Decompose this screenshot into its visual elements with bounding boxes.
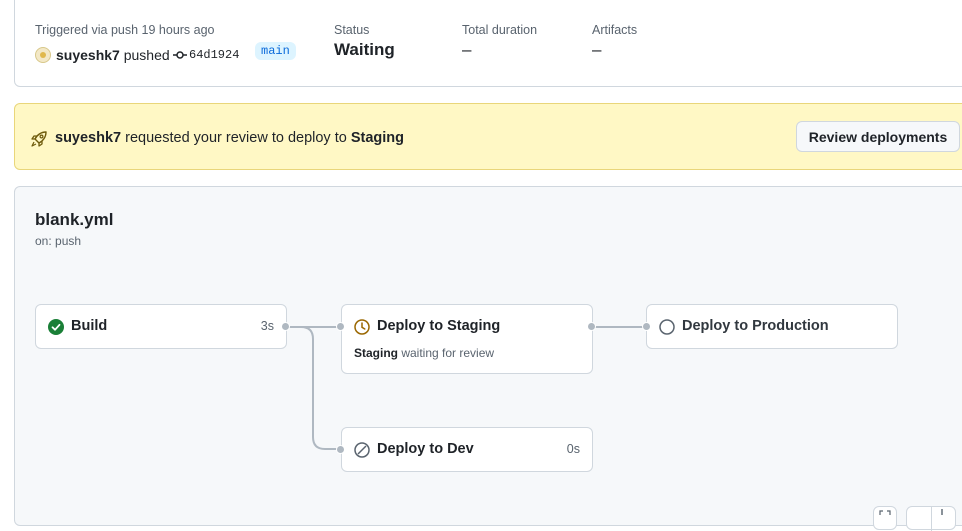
triggered-label: Triggered via push 19 hours ago (35, 23, 215, 37)
connector-dot (642, 322, 651, 331)
artifacts-label: Artifacts (592, 23, 638, 37)
branch-badge[interactable]: main (255, 42, 296, 60)
workflow-graph: blank.yml on: push Build 3s Deploy to St… (14, 186, 962, 531)
job-duration: 3s (260, 319, 274, 333)
review-banner: suyeshk7 requested your review to deploy… (14, 103, 962, 170)
requester-link[interactable]: suyeshk7 (55, 130, 121, 146)
rocket-icon (31, 131, 47, 147)
job-name: Deploy to Production (682, 318, 829, 334)
job-deploy-dev[interactable]: Deploy to Dev 0s (341, 427, 593, 472)
review-deployments-button[interactable]: Review deployments (796, 121, 960, 152)
connector-dot (336, 445, 345, 454)
job-environment: Staging (354, 346, 398, 360)
status-value: Waiting (334, 40, 395, 59)
zoom-divider (931, 507, 932, 531)
job-name: Build (71, 318, 108, 334)
success-check-icon (48, 319, 64, 335)
pending-circle-icon (659, 319, 675, 335)
connector-dot (587, 322, 596, 331)
zoom-controls[interactable] (906, 506, 956, 531)
job-name: Deploy to Dev (377, 441, 474, 457)
connector-dot (281, 322, 290, 331)
skipped-icon (354, 442, 370, 458)
review-request-text: suyeshk7 requested your review to deploy… (55, 130, 404, 146)
fullscreen-button[interactable] (873, 506, 897, 530)
zoom-in-icon (941, 509, 943, 515)
review-message: requested your review to deploy to (125, 130, 347, 146)
push-info: suyeshk7 pushed (56, 47, 170, 63)
expand-icon (879, 510, 891, 515)
connector-dot (336, 322, 345, 331)
duration-label: Total duration (462, 23, 538, 37)
job-waiting-text: waiting for review (401, 346, 495, 360)
actor-link[interactable]: suyeshk7 (56, 47, 120, 63)
artifacts-value: – (592, 40, 602, 59)
run-summary: Triggered via push 19 hours ago suyeshk7… (14, 0, 962, 87)
pushed-text: pushed (123, 47, 170, 63)
commit-icon (173, 51, 187, 59)
job-name: Deploy to Staging (377, 318, 501, 334)
clock-icon (354, 319, 370, 335)
job-duration: 0s (566, 442, 580, 456)
job-build[interactable]: Build 3s (35, 304, 287, 349)
duration-value: – (462, 40, 472, 59)
actor-avatar[interactable] (35, 47, 51, 63)
environment-name: Staging (350, 130, 404, 146)
job-deploy-production[interactable]: Deploy to Production (646, 304, 898, 349)
commit-sha-link[interactable]: 64d1924 (189, 48, 239, 62)
job-deploy-staging[interactable]: Deploy to Staging Staging waiting for re… (341, 304, 593, 374)
status-label: Status (334, 23, 370, 37)
job-status-text: Staging waiting for review (354, 346, 494, 360)
